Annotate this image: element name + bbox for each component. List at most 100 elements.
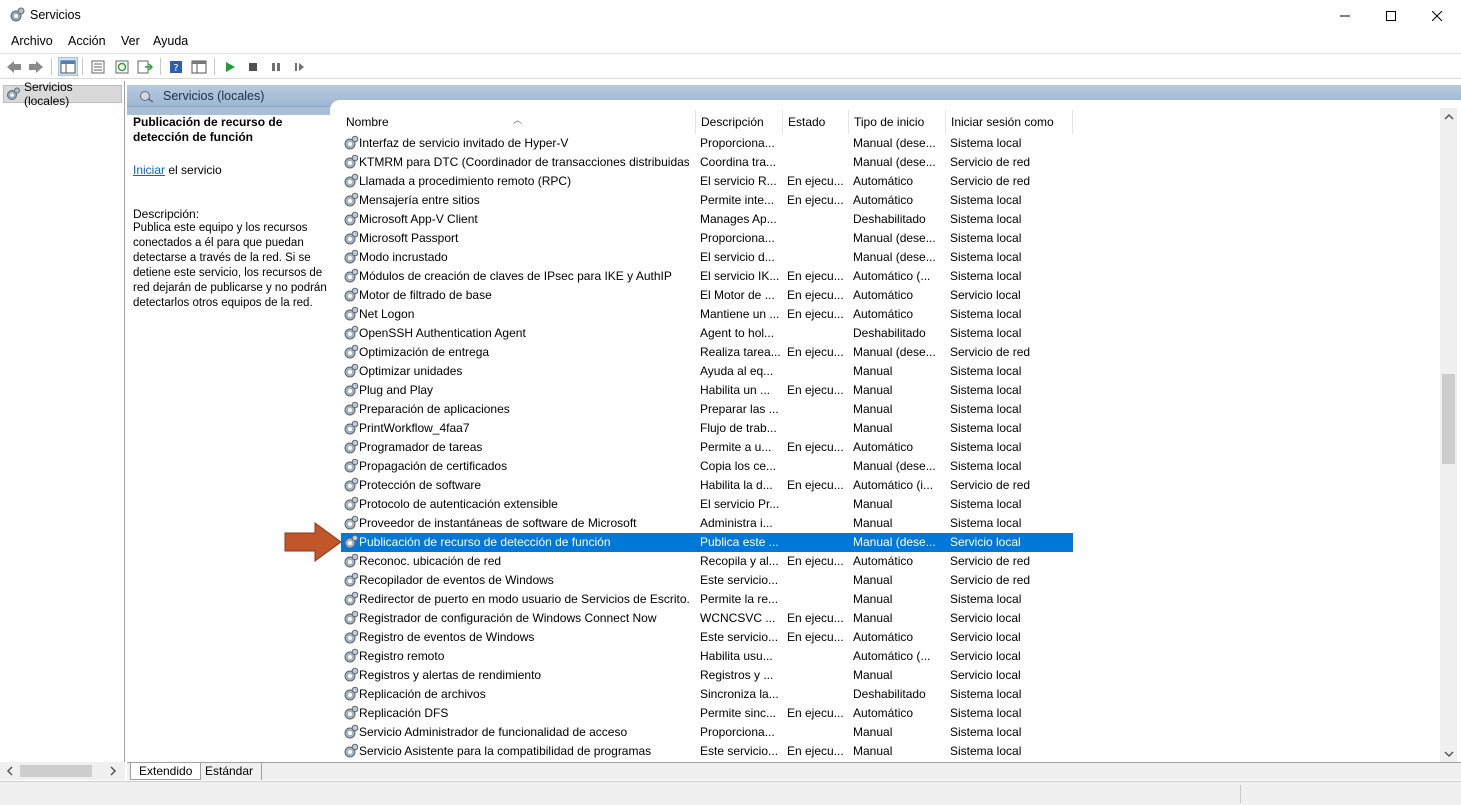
menu-archivo[interactable]: Archivo bbox=[11, 34, 53, 48]
cell-description: Permite a u... bbox=[700, 440, 772, 454]
close-button[interactable] bbox=[1414, 0, 1460, 31]
start-service-link[interactable]: Iniciar bbox=[133, 163, 165, 177]
table-row[interactable]: Registros y alertas de rendimiento Regist… bbox=[341, 666, 1073, 685]
view-button[interactable] bbox=[189, 57, 209, 76]
minimize-button[interactable] bbox=[1322, 0, 1368, 31]
table-row[interactable]: Redirector de puerto en modo usuario de … bbox=[341, 590, 1073, 609]
col-header-name[interactable]: Nombre ︿ bbox=[341, 110, 696, 134]
cell-startup-type: Manual bbox=[853, 383, 893, 397]
table-row[interactable]: Microsoft Passport Proporciona... Manual (… bbox=[341, 229, 1073, 248]
table-row[interactable]: Registrador de configuración de Windows … bbox=[341, 609, 1073, 628]
scroll-left-icon[interactable] bbox=[5, 766, 15, 776]
tree-horizontal-scrollbar[interactable] bbox=[0, 762, 125, 780]
cell-startup-type: Manual (dese... bbox=[853, 535, 936, 549]
scroll-down-button[interactable] bbox=[1440, 745, 1457, 762]
tab-extendido[interactable]: Extendido bbox=[130, 763, 202, 780]
service-gear-icon bbox=[344, 705, 359, 720]
table-row[interactable]: Replicación de archivos Sincroniza la... D… bbox=[341, 685, 1073, 704]
table-row[interactable]: Interfaz de servicio invitado de Hyper-V… bbox=[341, 134, 1073, 153]
table-row[interactable]: Microsoft App-V Client Manages Ap... Desha… bbox=[341, 210, 1073, 229]
properties-button[interactable] bbox=[88, 57, 108, 76]
table-row[interactable]: PrintWorkflow_4faa7 Flujo de trab... Manua… bbox=[341, 419, 1073, 438]
table-row[interactable]: Módulos de creación de claves de IPsec p… bbox=[341, 267, 1073, 286]
cell-description: Publica este ... bbox=[700, 535, 779, 549]
back-arrow-icon bbox=[7, 60, 21, 73]
col-header-logon-as[interactable]: Iniciar sesión como bbox=[946, 110, 1073, 134]
pause-service-button[interactable] bbox=[266, 57, 286, 76]
maximize-button[interactable] bbox=[1368, 0, 1414, 31]
refresh-button[interactable] bbox=[112, 57, 132, 76]
back-button[interactable] bbox=[4, 57, 24, 76]
table-row[interactable]: Protocolo de autenticación extensible El … bbox=[341, 495, 1073, 514]
table-row[interactable]: Publicación de recurso de detección de f… bbox=[341, 533, 1073, 552]
show-console-tree-button[interactable] bbox=[58, 57, 78, 76]
cell-status bbox=[787, 400, 847, 419]
table-row[interactable]: Servicio Administrador de funcionalidad … bbox=[341, 723, 1073, 742]
tab-estandar[interactable]: Estándar bbox=[197, 763, 263, 780]
table-row[interactable]: Propagación de certificados Copia los ce.… bbox=[341, 457, 1073, 476]
start-service-button[interactable] bbox=[220, 57, 240, 76]
stop-service-button[interactable] bbox=[243, 57, 263, 76]
cell-startup-type: Automático (... bbox=[853, 649, 931, 663]
tree-scroll-thumb[interactable] bbox=[20, 765, 92, 777]
cell-status: En ejecu... bbox=[787, 193, 844, 207]
col-header-startup-type[interactable]: Tipo de inicio bbox=[849, 110, 946, 134]
console-tree-icon bbox=[60, 60, 76, 73]
restart-service-button[interactable] bbox=[289, 57, 309, 76]
cell-status bbox=[787, 533, 847, 552]
menu-accion[interactable]: Acción bbox=[68, 34, 106, 48]
cell-startup-type: Manual bbox=[853, 725, 893, 739]
service-gear-icon bbox=[344, 591, 359, 606]
table-row[interactable]: Registro de eventos de Windows Este servi… bbox=[341, 628, 1073, 647]
service-gear-icon bbox=[344, 458, 359, 473]
table-row[interactable]: Preparación de aplicaciones Preparar las … bbox=[341, 400, 1073, 419]
forward-button[interactable] bbox=[26, 57, 46, 76]
table-row[interactable]: Servicio Asistente para la compatibilida… bbox=[341, 742, 1073, 761]
col-header-description[interactable]: Descripción bbox=[696, 110, 783, 134]
table-scroll-thumb[interactable] bbox=[1442, 374, 1455, 464]
table-row[interactable]: Plug and Play Habilita un ... En ejecu... M… bbox=[341, 381, 1073, 400]
cell-status bbox=[787, 362, 847, 381]
cell-description: Copia los ce... bbox=[700, 459, 777, 473]
tree-item-services-local[interactable]: Servicios (locales) bbox=[3, 80, 122, 108]
cell-startup-type: Manual bbox=[853, 668, 893, 682]
cell-startup-type: Automático bbox=[853, 288, 914, 302]
cell-description: Realiza tarea... bbox=[700, 345, 781, 359]
table-row[interactable]: Modo incrustado El servicio d... Manual (d… bbox=[341, 248, 1073, 267]
table-row[interactable]: Replicación DFS Permite sinc... En ejecu..… bbox=[341, 704, 1073, 723]
scroll-up-button[interactable] bbox=[1440, 108, 1457, 125]
scroll-down-icon bbox=[1443, 750, 1454, 757]
table-row[interactable]: Optimización de entrega Realiza tarea... E… bbox=[341, 343, 1073, 362]
export-list-button[interactable] bbox=[135, 57, 155, 76]
table-row[interactable]: Protección de software Habilita la d... En… bbox=[341, 476, 1073, 495]
table-row[interactable]: Net Logon Mantiene un ... En ejecu... Autom… bbox=[341, 305, 1073, 324]
menu-ver[interactable]: Ver bbox=[121, 34, 140, 48]
service-gear-icon bbox=[344, 667, 359, 682]
table-vertical-scrollbar[interactable] bbox=[1440, 108, 1457, 762]
table-row[interactable]: KTMRM para DTC (Coordinador de transacci… bbox=[341, 153, 1073, 172]
col-header-status[interactable]: Estado bbox=[783, 110, 849, 134]
table-header: Nombre ︿ Descripción Estado Tipo de inic… bbox=[341, 110, 1443, 134]
table-row[interactable]: Reconoc. ubicación de red Recopila y al..… bbox=[341, 552, 1073, 571]
pane-header-title: Servicios (locales) bbox=[163, 89, 265, 103]
scroll-right-icon[interactable] bbox=[108, 766, 118, 776]
cell-name: Registro remoto bbox=[359, 649, 445, 663]
table-row[interactable]: Registro remoto Habilita usu... Automático… bbox=[341, 647, 1073, 666]
table-row[interactable]: Recopilador de eventos de Windows Este se… bbox=[341, 571, 1073, 590]
table-row[interactable]: Motor de filtrado de base El Motor de ...… bbox=[341, 286, 1073, 305]
table-row[interactable]: Programador de tareas Permite a u... En ej… bbox=[341, 438, 1073, 457]
table-row[interactable]: OpenSSH Authentication Agent Agent to hol… bbox=[341, 324, 1073, 343]
cell-startup-type: Manual (dese... bbox=[853, 250, 936, 264]
table-row[interactable]: Mensajería entre sitios Permite inte... En… bbox=[341, 191, 1073, 210]
cell-startup-type: Manual bbox=[853, 421, 893, 435]
cell-name: Modo incrustado bbox=[359, 250, 448, 264]
table-row[interactable]: Optimizar unidades Ayuda al eq... Manual Si… bbox=[341, 362, 1073, 381]
service-gear-icon bbox=[344, 230, 359, 245]
service-gear-icon bbox=[344, 534, 359, 549]
menu-ayuda[interactable]: Ayuda bbox=[153, 34, 188, 48]
table-row[interactable]: Proveedor de instantáneas de software de… bbox=[341, 514, 1073, 533]
help-button[interactable]: ? bbox=[166, 57, 186, 76]
table-row[interactable]: Llamada a procedimiento remoto (RPC) El s… bbox=[341, 172, 1073, 191]
service-gear-icon bbox=[344, 572, 359, 587]
cell-name: Net Logon bbox=[359, 307, 415, 321]
